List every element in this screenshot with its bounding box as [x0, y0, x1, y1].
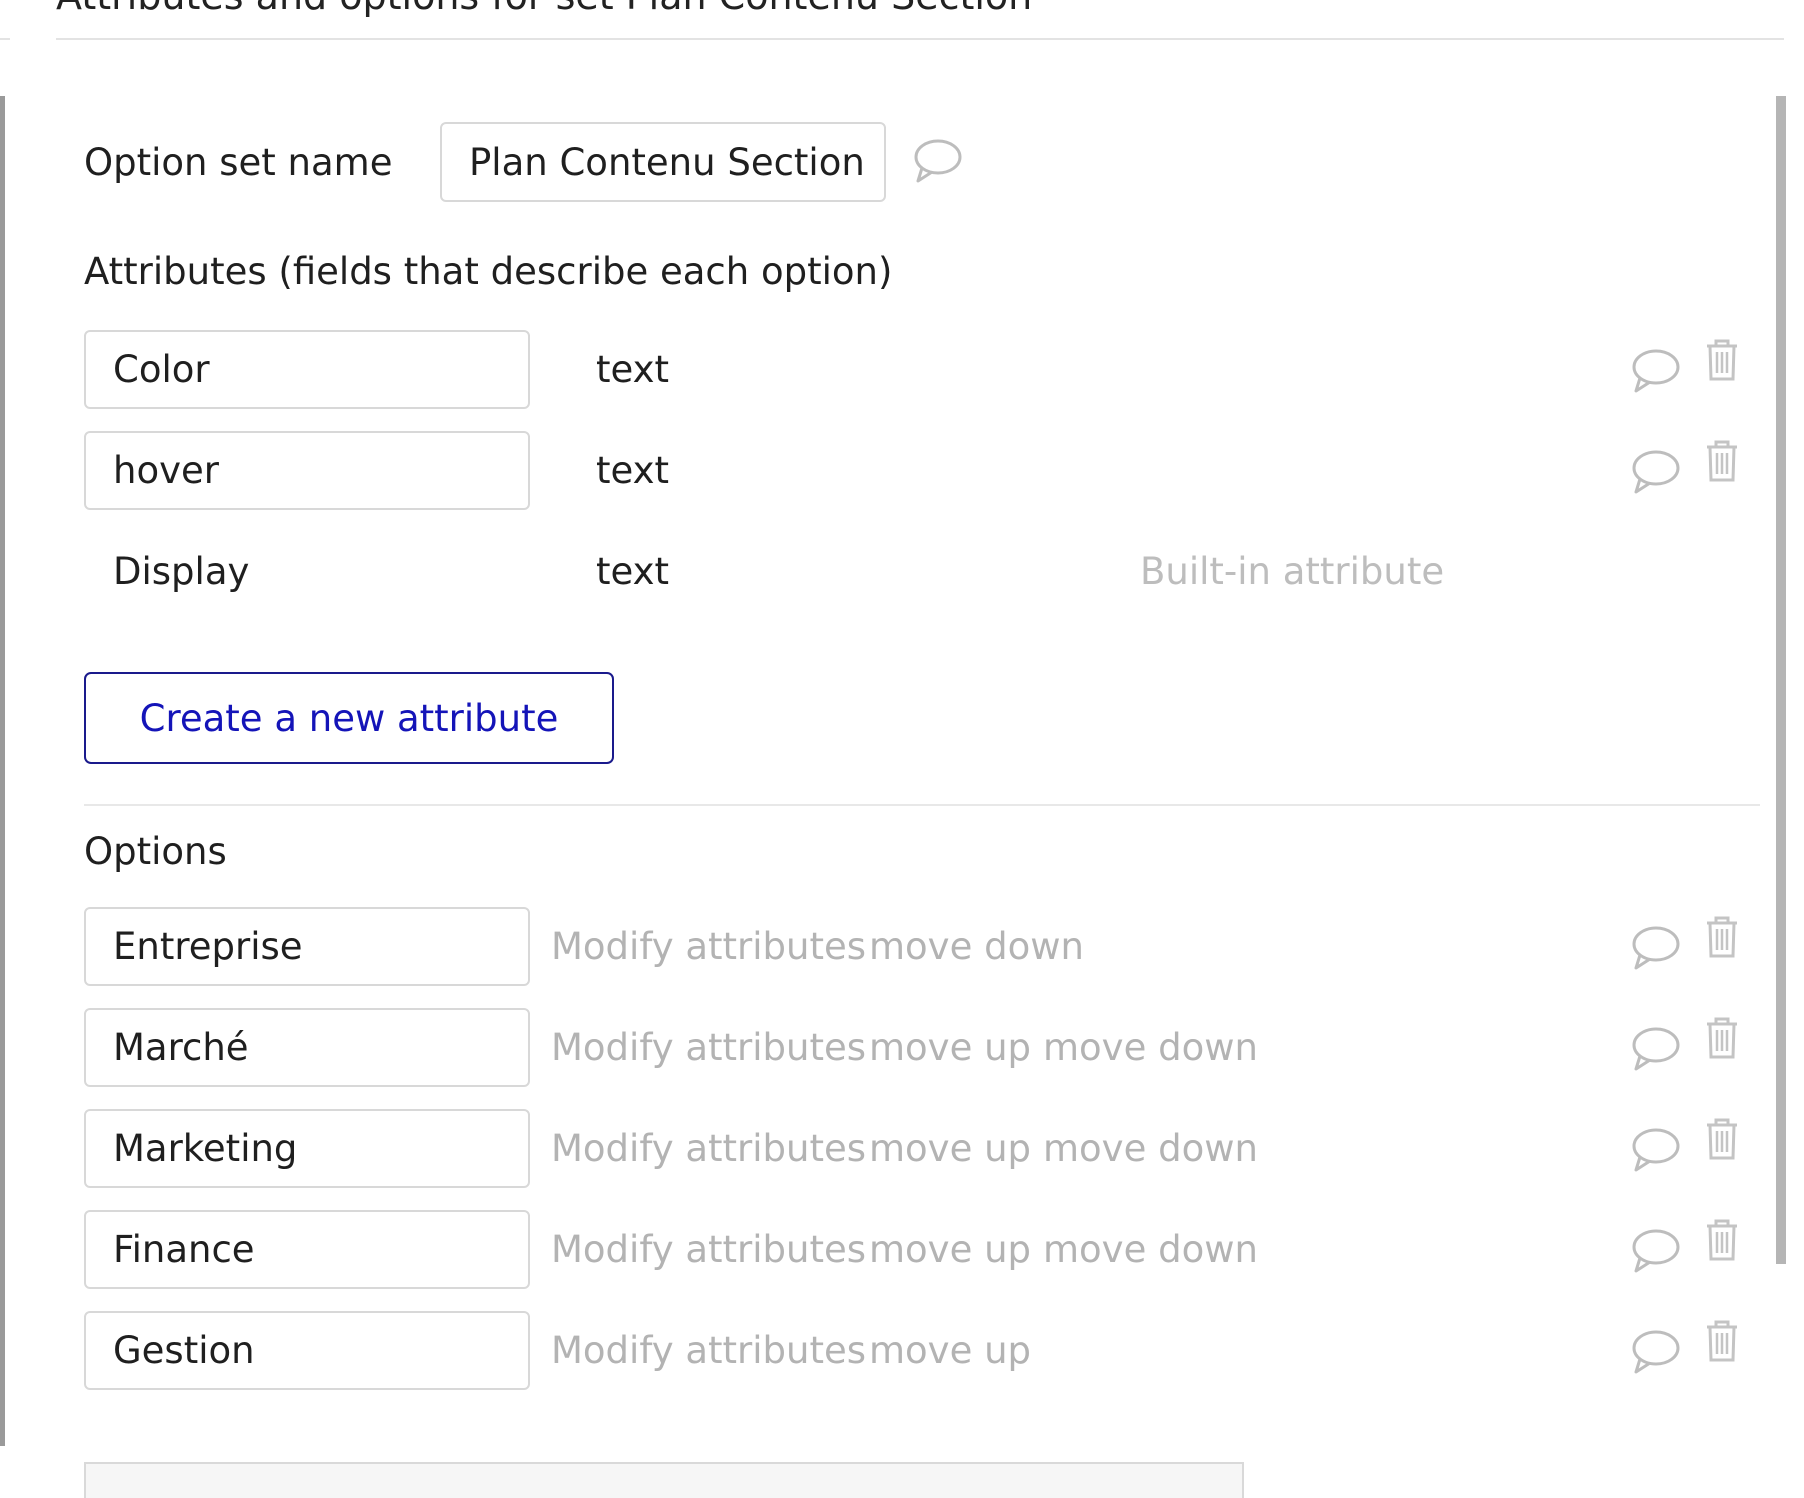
move-up-link[interactable]: move up [869, 1329, 1031, 1372]
trash-icon[interactable] [1702, 1218, 1742, 1270]
modify-attributes-link[interactable]: Modify attributes [551, 1127, 866, 1170]
speech-bubble-icon[interactable] [1628, 1024, 1682, 1076]
builtin-attribute-note: Built-in attribute [1140, 550, 1445, 593]
move-down-link[interactable]: move down [1043, 1026, 1258, 1069]
trash-icon[interactable] [1702, 915, 1742, 967]
speech-bubble-icon[interactable] [1628, 447, 1682, 499]
move-up-link[interactable]: move up [869, 1228, 1031, 1271]
speech-bubble-icon[interactable] [1628, 346, 1682, 398]
option-set-editor: Attributes and options for set Plan Cont… [0, 0, 1804, 1498]
move-down-link[interactable]: move down [1043, 1228, 1258, 1271]
attribute-type: text [596, 348, 670, 391]
move-down-link[interactable]: move down [869, 925, 1084, 968]
trash-icon[interactable] [1702, 439, 1742, 491]
section-divider [84, 804, 1760, 806]
attribute-name-input[interactable] [84, 431, 530, 510]
speech-bubble-icon[interactable] [910, 136, 964, 188]
speech-bubble-icon[interactable] [1628, 1327, 1682, 1379]
speech-bubble-icon[interactable] [1628, 923, 1682, 975]
options-heading: Options [84, 830, 227, 873]
attribute-type: text [596, 449, 670, 492]
page-title: Attributes and options for set Plan Cont… [56, 0, 1032, 18]
modify-attributes-link[interactable]: Modify attributes [551, 925, 866, 968]
speech-bubble-icon[interactable] [1628, 1226, 1682, 1278]
option-name-input[interactable] [84, 1008, 530, 1087]
trash-icon[interactable] [1702, 1319, 1742, 1371]
builtin-attribute-name: Display [113, 550, 250, 593]
header-divider-stub [0, 38, 10, 40]
speech-bubble-icon[interactable] [1628, 1125, 1682, 1177]
option-name-input[interactable] [84, 1311, 530, 1390]
create-attribute-button[interactable]: Create a new attribute [84, 672, 614, 764]
option-set-name-input[interactable] [440, 122, 886, 202]
option-name-input[interactable] [84, 1109, 530, 1188]
option-set-name-label: Option set name [84, 141, 393, 184]
option-name-input[interactable] [84, 907, 530, 986]
move-up-link[interactable]: move up [869, 1026, 1031, 1069]
builtin-attribute-type: text [596, 550, 670, 593]
scrollbar[interactable] [1776, 96, 1786, 1264]
attributes-heading: Attributes (fields that describe each op… [84, 250, 893, 293]
panel-left-edge [0, 96, 5, 1446]
attribute-name-input[interactable] [84, 330, 530, 409]
modify-attributes-link[interactable]: Modify attributes [551, 1026, 866, 1069]
trash-icon[interactable] [1702, 338, 1742, 390]
modify-attributes-link[interactable]: Modify attributes [551, 1228, 866, 1271]
new-option-panel [84, 1462, 1244, 1498]
option-name-input[interactable] [84, 1210, 530, 1289]
trash-icon[interactable] [1702, 1016, 1742, 1068]
move-up-link[interactable]: move up [869, 1127, 1031, 1170]
move-down-link[interactable]: move down [1043, 1127, 1258, 1170]
modify-attributes-link[interactable]: Modify attributes [551, 1329, 866, 1372]
header-divider [56, 38, 1784, 40]
trash-icon[interactable] [1702, 1117, 1742, 1169]
